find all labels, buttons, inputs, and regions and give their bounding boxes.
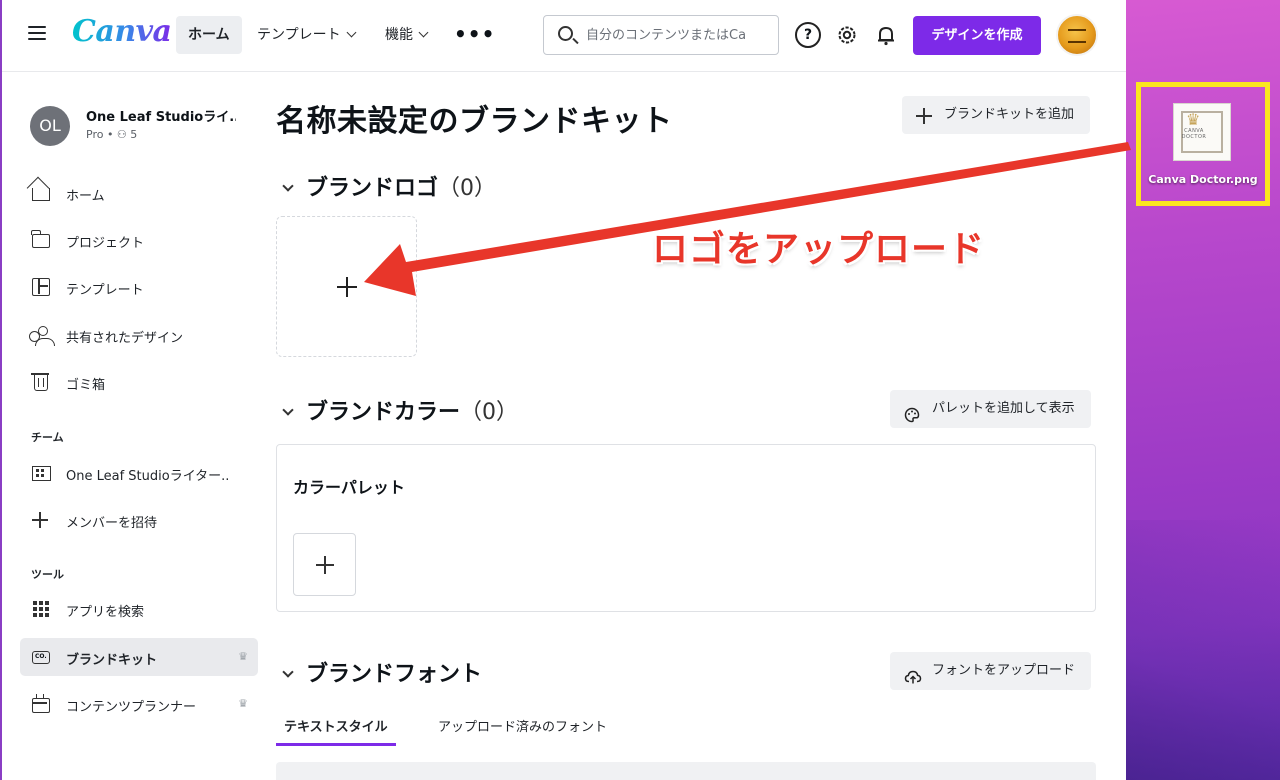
canva-app-window: Canva ホーム テンプレート 機能 ••• ? デザインを作成 OL One… [0,0,1126,780]
tools-section-heading: ツール [31,568,64,581]
crown-icon: ♛ [1186,110,1201,129]
brand-kit-main: 名称未設定のブランドキット ブランドキットを追加 ブランドロゴ（0） ブランドカ… [274,72,1126,780]
brand-logo-title: ブランドロゴ [306,176,439,201]
brand-kit-icon [32,651,50,664]
file-name[interactable]: Canva Doctor.png [1141,173,1265,186]
home-icon [32,188,50,201]
chevron-down-icon [346,27,357,38]
thumbnail-text: CANVA DOCTOR [1181,128,1207,140]
sidebar-item-templates[interactable]: テンプレート [20,268,258,306]
sidebar-item-label: メンバーを招待 [66,516,158,531]
brand-logo-heading: ブランドロゴ（0） [282,170,497,202]
font-tabs: テキストスタイル アップロード済みのフォント [276,712,1096,746]
add-palette-label: パレットを追加して表示 [932,401,1075,416]
sidebar-item-home[interactable]: ホーム [20,174,258,212]
annotation-label: ロゴをアップロード [652,229,986,270]
folder-icon [31,230,50,248]
sidebar-item-apps[interactable]: アプリを検索 [20,590,258,628]
more-icon[interactable]: ••• [454,22,495,46]
sidebar-item-trash[interactable]: ゴミ箱 [20,363,258,401]
tab-text-styles[interactable]: テキストスタイル [276,716,396,746]
sidebar-item-projects[interactable]: プロジェクト [20,221,258,259]
page-title[interactable]: 名称未設定のブランドキット [276,96,673,140]
text-style-panel [276,762,1096,780]
upload-font-button[interactable]: フォントをアップロード [890,652,1092,690]
upload-logo-button[interactable] [276,216,417,357]
bell-icon[interactable] [873,22,899,48]
color-palette-card: カラーパレット [276,444,1096,612]
gear-icon[interactable] [834,22,860,48]
crown-icon: ♛ [238,650,248,663]
nav-templates-label: テンプレート [257,27,341,43]
sidebar-item-brand-kit[interactable]: ブランドキット ♛ [20,638,258,676]
upload-font-label: フォントをアップロード [932,663,1076,678]
sidebar-item-label: ブランドキット [66,653,158,668]
menu-icon[interactable] [28,26,46,42]
sidebar-item-invite[interactable]: メンバーを招待 [20,501,258,539]
palette-title[interactable]: カラーパレット [293,474,405,498]
nav-home[interactable]: ホーム [176,16,242,54]
apps-icon [32,600,50,618]
add-brand-kit-label: ブランドキットを追加 [944,107,1075,122]
chevron-down-icon[interactable] [282,666,294,678]
add-palette-button[interactable]: パレットを追加して表示 [890,390,1091,428]
plus-icon [916,107,932,124]
nav-features-label: 機能 [385,27,413,43]
tab-uploaded-fonts[interactable]: アップロード済みのフォント [438,716,607,746]
brand-color-heading: ブランドカラー（0） [282,394,519,426]
nav-templates[interactable]: テンプレート [245,16,367,54]
plus-icon [32,511,50,529]
help-icon[interactable]: ? [795,22,821,48]
cloud-upload-icon [904,663,922,684]
sidebar-item-label: 共有されたデザイン [66,331,184,346]
avatar[interactable] [1056,14,1098,56]
team-avatar[interactable]: OL [30,106,70,146]
top-bar: Canva ホーム テンプレート 機能 ••• ? デザインを作成 [2,0,1126,72]
sidebar-item-label: プロジェクト [66,236,145,251]
sidebar-item-label: ゴミ箱 [66,378,106,393]
building-icon [32,466,51,481]
chevron-down-icon [418,27,429,38]
sidebar-item-label: One Leaf Studioライター.. [66,469,230,484]
team-plan: Pro • ⚇ 5 [86,128,138,141]
search-input[interactable] [586,24,774,46]
brand-font-title: ブランドフォント [306,662,483,687]
brand-color-count: （0） [460,400,519,425]
crown-icon: ♛ [238,697,248,710]
create-design-button[interactable]: デザインを作成 [913,16,1041,55]
sidebar-item-shared[interactable]: 共有されたデザイン [20,316,258,354]
nav-features[interactable]: 機能 [373,16,439,54]
add-brand-kit-button[interactable]: ブランドキットを追加 [902,96,1091,134]
sidebar-item-label: アプリを検索 [66,605,145,620]
search-box[interactable] [543,15,779,55]
brand-color-title: ブランドカラー [306,400,461,425]
plus-icon-stroke [346,277,348,297]
sidebar-item-label: テンプレート [66,283,144,298]
sidebar-item-label: ホーム [66,189,105,204]
template-icon [32,278,50,296]
file-thumbnail[interactable]: ♛ CANVA DOCTOR [1173,103,1231,161]
shared-icon [29,326,55,346]
team-name[interactable]: One Leaf Studioライ.. [86,106,236,125]
sidebar-item-content-planner[interactable]: コンテンツプランナー ♛ [20,685,258,723]
team-section-heading: チーム [31,431,64,444]
search-icon [558,26,573,41]
file-highlight-box: ♛ CANVA DOCTOR Canva Doctor.png [1136,82,1270,206]
trash-icon [31,373,49,391]
sidebar-item-team[interactable]: One Leaf Studioライター.. [20,454,258,492]
chevron-down-icon[interactable] [282,404,294,416]
palette-icon [904,401,920,423]
brand-font-heading: ブランドフォント [282,656,483,688]
sidebar: OL One Leaf Studioライ.. Pro • ⚇ 5 ホーム プロジ… [2,72,274,780]
calendar-icon [32,694,50,713]
chevron-down-icon[interactable] [282,180,294,192]
canva-logo[interactable]: Canva [72,14,172,49]
sidebar-item-label: コンテンツプランナー [66,700,197,715]
brand-logo-count: （0） [438,176,497,201]
add-color-button[interactable] [293,533,356,596]
plus-icon-stroke [324,556,326,574]
